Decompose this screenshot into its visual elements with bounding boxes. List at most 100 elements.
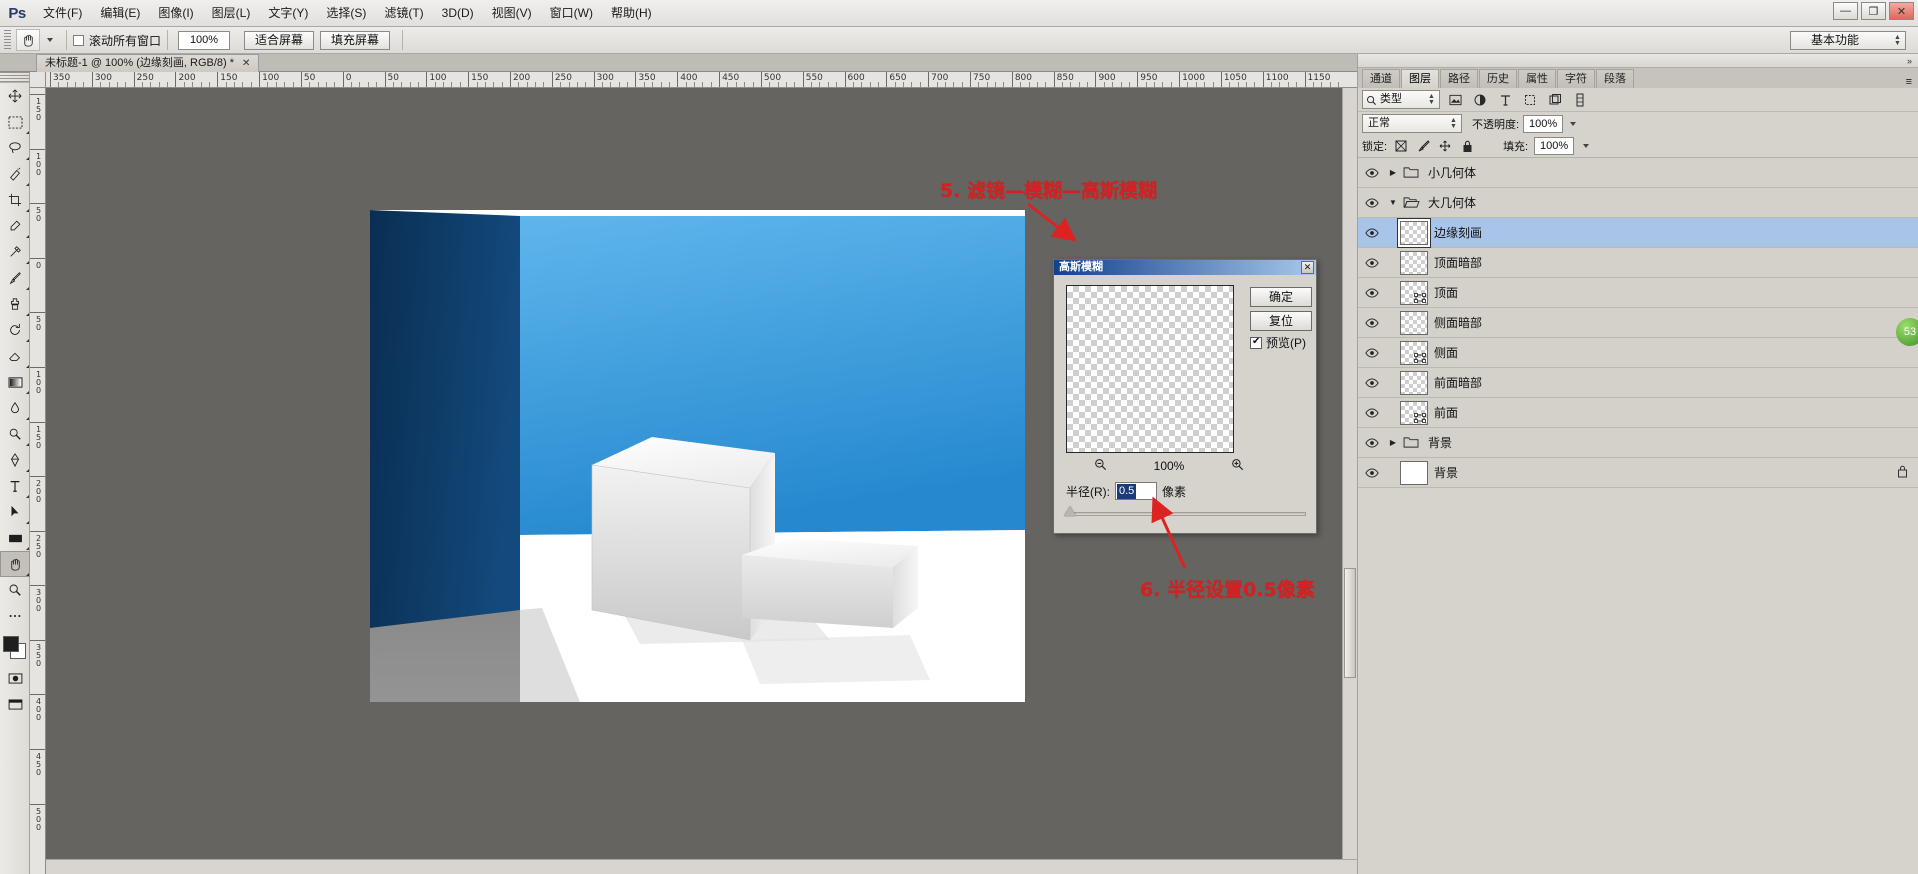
menu-edit[interactable]: 编辑(E) [91,0,149,27]
tool-preset-chevron-down-icon[interactable] [47,38,53,42]
menu-window[interactable]: 窗口(W) [541,0,602,27]
dodge-tool[interactable] [0,421,30,447]
layer-row[interactable]: ▶ 背景 [1358,428,1918,458]
menu-view[interactable]: 视图(V) [483,0,541,27]
tab-properties[interactable]: 属性 [1518,69,1556,88]
lock-transparency-icon[interactable] [1393,138,1409,154]
menu-file[interactable]: 文件(F) [34,0,91,27]
layer-thumbnail[interactable] [1400,340,1428,365]
hand-tool[interactable] [0,551,30,577]
layer-list[interactable]: ▶ 小几何体 ▼ 大几何体 边缘刻画 顶面暗部 顶面 侧面暗部 侧面 前面暗部 前面 ▶ 背景 背景 [1358,158,1918,488]
dialog-zoom-out-icon[interactable] [1094,458,1107,474]
filter-smart-object-icon[interactable] [1545,90,1565,109]
dialog-preview-box[interactable] [1066,285,1234,453]
filter-pixel-icon[interactable] [1445,90,1465,109]
lasso-tool[interactable] [0,135,30,161]
quick-mask-toggle[interactable] [0,665,30,691]
blend-mode-spinner-icon[interactable]: ▲ ▼ [1448,117,1459,131]
minimize-button[interactable]: — [1833,2,1858,20]
gradient-tool[interactable] [0,369,30,395]
type-tool[interactable] [0,473,30,499]
fill-chevron-down-icon[interactable] [1583,144,1590,148]
foreground-color-swatch[interactable] [3,636,19,652]
healing-brush-tool[interactable] [0,239,30,265]
layer-thumbnail[interactable] [1400,460,1428,485]
layer-thumbnail[interactable] [1400,250,1428,275]
tab-paths[interactable]: 路径 [1440,69,1478,88]
filter-adjustment-icon[interactable] [1470,90,1490,109]
layer-row[interactable]: 前面暗部 [1358,368,1918,398]
horizontal-ruler[interactable]: 350 300 250 200 150 100 50 0 50 100 150 200 250 300 35… [46,72,1357,88]
workspace-spinner-icon[interactable]: ▲ ▼ [1892,34,1903,48]
dialog-zoom-in-icon[interactable] [1231,458,1244,474]
opacity-chevron-down-icon[interactable] [1570,121,1577,126]
maximize-button[interactable]: ❐ [1861,2,1886,20]
panel-menu-icon[interactable]: ≡ [1906,76,1912,88]
layer-visibility-eye-icon[interactable] [1358,317,1386,328]
layer-visibility-eye-icon[interactable] [1358,377,1386,388]
lock-position-icon[interactable] [1437,138,1453,154]
pen-tool[interactable] [0,447,30,473]
lock-image-icon[interactable] [1415,138,1431,154]
options-bar-grip[interactable] [4,30,11,50]
menu-type[interactable]: 文字(Y) [259,0,317,27]
dialog-radius-slider-thumb[interactable] [1064,506,1076,516]
tab-history[interactable]: 历史 [1479,69,1517,88]
filter-type-combo[interactable]: 类型 ▲ ▼ [1362,90,1440,109]
rectangle-shape-tool[interactable] [0,525,30,551]
layer-row[interactable]: 顶面暗部 [1358,248,1918,278]
layer-visibility-eye-icon[interactable] [1358,287,1386,298]
tab-layers[interactable]: 图层 [1401,69,1439,88]
layer-row[interactable]: ▼ 大几何体 [1358,188,1918,218]
group-expand-chevron-right-icon[interactable]: ▶ [1386,168,1400,177]
layer-thumbnail[interactable] [1400,310,1428,335]
menu-filter[interactable]: 滤镜(T) [375,0,432,27]
layer-row[interactable]: 边缘刻画 [1358,218,1918,248]
zoom-percent-field[interactable]: 100% [178,30,231,50]
layer-thumbnail[interactable] [1400,370,1428,395]
tools-panel-grip[interactable] [0,72,29,83]
screen-mode-toggle[interactable] [0,691,30,717]
menu-layer[interactable]: 图层(L) [203,0,260,27]
close-button[interactable]: ✕ [1889,2,1914,20]
dialog-title-bar[interactable]: 高斯模糊 ✕ [1054,260,1316,275]
layer-visibility-eye-icon[interactable] [1358,227,1386,238]
document-tab[interactable]: 未标题-1 @ 100% (边缘刻画, RGB/8) * ✕ [36,54,260,72]
layer-visibility-eye-icon[interactable] [1358,257,1386,268]
fill-screen-button[interactable]: 填充屏幕 [320,30,391,50]
eraser-tool[interactable] [0,343,30,369]
fill-value-field[interactable]: 100% [1534,137,1575,155]
brush-tool[interactable] [0,265,30,291]
tab-channels[interactable]: 通道 [1362,69,1400,88]
layer-visibility-eye-icon[interactable] [1358,437,1386,448]
canvas-vertical-scrollbar[interactable] [1342,88,1357,874]
quick-selection-tool[interactable] [0,161,30,187]
vertical-ruler[interactable]: 15010050050100150200250300350400450500 [30,88,46,874]
tab-character[interactable]: 字符 [1557,69,1595,88]
layer-visibility-eye-icon[interactable] [1358,407,1386,418]
hand-tool-icon[interactable] [16,29,40,51]
layer-row[interactable]: 侧面暗部 [1358,308,1918,338]
dialog-preview-checkbox[interactable] [1250,336,1262,349]
menu-select[interactable]: 选择(S) [317,0,375,27]
crop-tool[interactable] [0,187,30,213]
filter-type-spinner-icon[interactable]: ▲ ▼ [1426,93,1437,107]
blend-mode-combo[interactable]: 正常 ▲ ▼ [1362,114,1462,133]
layer-visibility-eye-icon[interactable] [1358,197,1386,208]
dialog-ok-button[interactable]: 确定 [1250,287,1312,307]
filter-type-text-icon[interactable] [1495,90,1515,109]
layer-thumbnail[interactable] [1400,280,1428,305]
collapse-panels-icon[interactable]: » [1907,56,1912,66]
layer-visibility-eye-icon[interactable] [1358,347,1386,358]
menu-3d[interactable]: 3D(D) [433,0,483,27]
dialog-reset-button[interactable]: 复位 [1250,311,1312,331]
opacity-value-field[interactable]: 100% [1523,114,1564,133]
color-swatches[interactable] [0,633,30,665]
canvas-horizontal-scrollbar[interactable] [46,859,1357,874]
layer-visibility-eye-icon[interactable] [1358,167,1386,178]
layer-visibility-eye-icon[interactable] [1358,467,1386,478]
layer-row[interactable]: 侧面 [1358,338,1918,368]
group-expand-chevron-right-icon[interactable]: ▶ [1386,438,1400,447]
canvas-vertical-scroll-thumb[interactable] [1344,568,1356,678]
filter-shape-icon[interactable] [1520,90,1540,109]
